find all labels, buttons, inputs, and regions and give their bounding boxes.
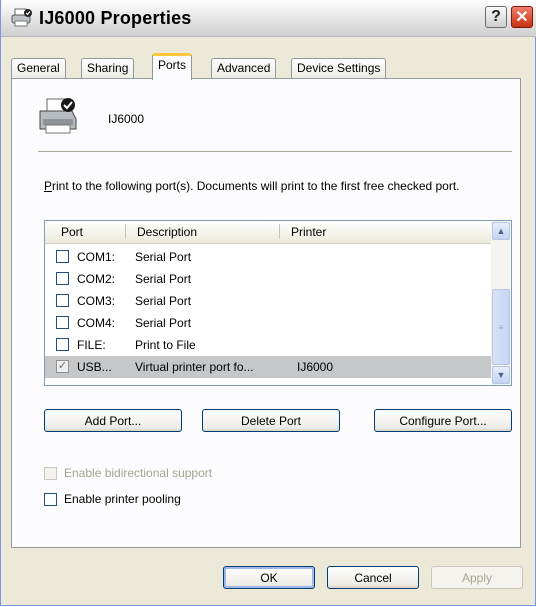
port-row-selected[interactable]: ✓ USB... Virtual printer port fo... IJ60… [45,356,491,378]
ports-description: Print to the following port(s). Document… [44,179,464,193]
list-header: Port Description Printer [45,221,491,244]
add-port-button[interactable]: Add Port... [44,409,182,432]
port-row[interactable]: COM2: Serial Port [45,268,491,290]
column-divider[interactable] [279,224,280,239]
separator [38,151,512,152]
port-list[interactable]: Port Description Printer COM1: Serial Po… [44,220,512,386]
pooling-label: Enable printer pooling [64,492,181,506]
port-name: COM1: [77,250,116,264]
close-button[interactable]: ✕ [511,6,533,28]
tab-general[interactable]: General [11,58,66,78]
scroll-up-arrow-icon[interactable]: ▲ [492,222,510,240]
port-description: Serial Port [135,316,192,330]
bidirectional-checkbox[interactable] [44,467,57,480]
port-name: COM3: [77,294,116,308]
port-description: Print to File [135,338,196,352]
pooling-checkbox[interactable] [44,493,57,506]
port-name: USB... [77,360,112,374]
port-name: FILE: [77,338,106,352]
tab-device-settings[interactable]: Device Settings [291,58,387,78]
port-row[interactable]: FILE: Print to File [45,334,491,356]
port-printer: IJ6000 [297,360,334,374]
ports-description-text: rint to the following port(s). Documents… [52,179,460,193]
help-button[interactable]: ? [485,6,507,28]
port-checkbox[interactable] [56,338,69,351]
title-bar[interactable]: IJ6000 Properties ? ✕ [1,0,536,37]
port-name: COM2: [77,272,116,286]
bidirectional-label: Enable bidirectional support [64,466,213,480]
properties-dialog: IJ6000 Properties ? ✕ General Sharing Po… [0,0,536,606]
column-header-printer[interactable]: Printer [291,225,326,239]
ports-panel: IJ6000 Print to the following port(s). D… [11,78,521,548]
port-row[interactable]: COM3: Serial Port [45,290,491,312]
scroll-thumb[interactable]: ≡ [492,289,510,365]
configure-port-button[interactable]: Configure Port... [374,409,512,432]
printer-icon [11,8,32,27]
delete-port-button[interactable]: Delete Port [202,409,340,432]
port-checkbox[interactable] [56,272,69,285]
window-title: IJ6000 Properties [39,8,192,28]
port-description: Serial Port [135,250,192,264]
access-key: P [44,179,53,193]
tab-ports[interactable]: Ports [152,53,193,80]
port-checkbox[interactable] [56,294,69,307]
port-description: Serial Port [135,272,192,286]
port-description: Serial Port [135,294,192,308]
port-name: COM4: [77,316,116,330]
column-header-port[interactable]: Port [61,225,83,239]
port-checkbox[interactable] [56,250,69,263]
printer-icon [39,98,77,134]
column-divider[interactable] [125,224,126,239]
column-header-description[interactable]: Description [137,225,197,239]
tab-advanced[interactable]: Advanced [211,58,277,78]
apply-button[interactable]: Apply [431,566,523,589]
checked-port-checkbox[interactable]: ✓ [56,360,69,373]
printer-name: IJ6000 [108,112,145,126]
scroll-down-arrow-icon[interactable]: ▼ [492,366,510,384]
tab-sharing[interactable]: Sharing [81,58,135,78]
port-row[interactable]: COM1: Serial Port [45,246,491,268]
vertical-scrollbar[interactable]: ▲ ≡ ▼ [491,221,511,385]
port-row[interactable]: COM4: Serial Port [45,312,491,334]
port-checkbox[interactable] [56,316,69,329]
ok-button[interactable]: OK [223,566,315,589]
port-description: Virtual printer port fo... [135,360,254,374]
cancel-button[interactable]: Cancel [327,566,419,589]
